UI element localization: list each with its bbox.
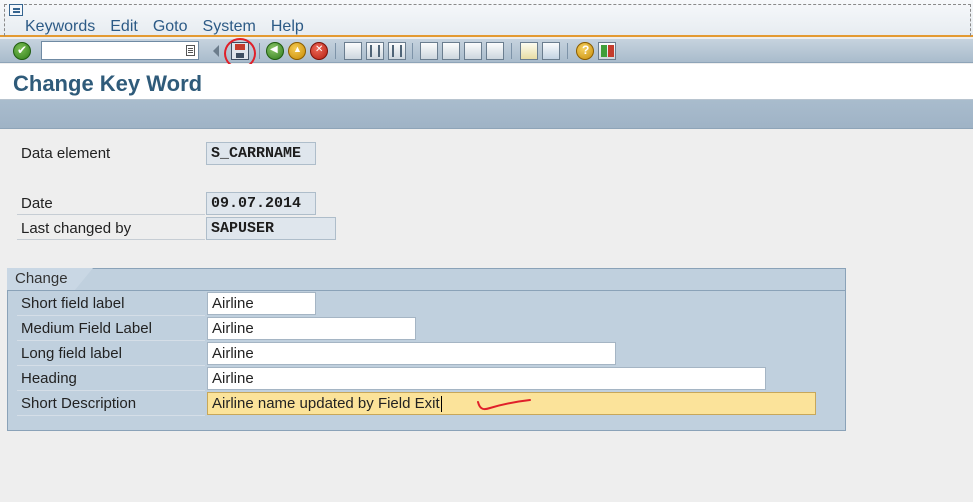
standard-toolbar xyxy=(0,39,973,63)
title-bar: Change Key Word xyxy=(0,64,973,100)
long-field-input[interactable]: Airline xyxy=(207,342,616,365)
previous-page-icon[interactable] xyxy=(442,42,460,60)
short-description-value: Airline name updated by Field Exit xyxy=(212,395,440,412)
menu-edit[interactable]: Edit xyxy=(110,18,138,36)
command-field[interactable] xyxy=(41,41,199,60)
exit-icon[interactable] xyxy=(288,42,306,60)
customize-layout-icon[interactable] xyxy=(598,42,616,60)
data-element-value: S_CARRNAME xyxy=(206,142,316,165)
back-icon[interactable] xyxy=(266,42,284,60)
short-field-input[interactable]: Airline xyxy=(207,292,316,315)
command-history-icon[interactable] xyxy=(186,45,195,56)
date-label: Date xyxy=(17,192,205,215)
menu-items: Keywords Edit Goto System Help xyxy=(25,18,319,36)
heading-label: Heading xyxy=(17,367,205,391)
text-cursor xyxy=(440,396,442,413)
menu-bar: Keywords Edit Goto System Help xyxy=(0,0,973,37)
menu-goto[interactable]: Goto xyxy=(153,18,188,36)
change-group-divider xyxy=(7,290,846,291)
toolbar-separator xyxy=(259,43,260,59)
last-changed-by-value: SAPUSER xyxy=(206,217,336,240)
medium-field-label: Medium Field Label xyxy=(17,317,205,341)
underline-annotation xyxy=(477,399,531,411)
page-title: Change Key Word xyxy=(13,71,203,96)
short-field-label: Short field label xyxy=(17,292,205,316)
application-toolbar xyxy=(0,100,973,129)
last-page-icon[interactable] xyxy=(486,42,504,60)
menu-keywords[interactable]: Keywords xyxy=(25,18,95,36)
help-icon[interactable] xyxy=(576,42,594,60)
first-page-icon[interactable] xyxy=(420,42,438,60)
new-session-icon[interactable] xyxy=(520,42,538,60)
menu-help[interactable]: Help xyxy=(271,18,304,36)
toolbar-separator xyxy=(567,43,568,59)
menu-system[interactable]: System xyxy=(203,18,256,36)
data-element-label: Data element xyxy=(21,145,111,162)
medium-field-input[interactable]: Airline xyxy=(207,317,416,340)
previous-icon[interactable] xyxy=(212,42,220,60)
find-icon[interactable] xyxy=(366,42,384,60)
short-description-label: Short Description xyxy=(17,392,205,416)
cancel-icon[interactable] xyxy=(310,42,328,60)
long-field-label: Long field label xyxy=(17,342,205,366)
last-changed-by-label: Last changed by xyxy=(17,217,205,240)
change-group-title: Change xyxy=(15,270,68,287)
enter-icon[interactable] xyxy=(13,42,31,60)
heading-input[interactable]: Airline xyxy=(207,367,766,390)
find-next-icon[interactable] xyxy=(388,42,406,60)
date-value: 09.07.2014 xyxy=(206,192,316,215)
toolbar-separator xyxy=(412,43,413,59)
create-shortcut-icon[interactable] xyxy=(542,42,560,60)
system-menu-icon[interactable] xyxy=(9,4,23,16)
print-icon[interactable] xyxy=(344,42,362,60)
toolbar-separator xyxy=(511,43,512,59)
next-page-icon[interactable] xyxy=(464,42,482,60)
toolbar-separator xyxy=(335,43,336,59)
